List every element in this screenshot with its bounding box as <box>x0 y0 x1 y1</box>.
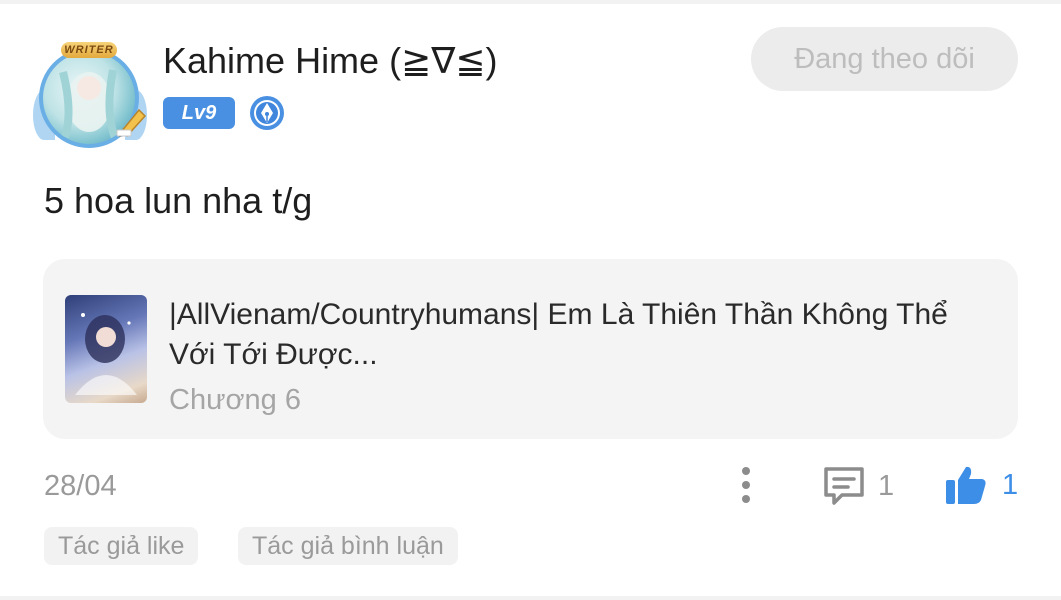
vertical-ellipsis-icon[interactable] <box>734 465 758 505</box>
comment-date: 28/04 <box>44 470 117 502</box>
avatar[interactable]: WRITER <box>33 40 151 152</box>
pen-nib-badge-icon <box>250 96 284 130</box>
story-cover-image <box>65 295 147 403</box>
top-divider <box>0 0 1061 4</box>
author-liked-tag: Tác giả like <box>44 527 199 565</box>
comment-bubble-icon <box>824 467 864 505</box>
bottom-divider <box>0 596 1061 600</box>
pen-icon <box>116 108 147 137</box>
like-count: 1 <box>1002 468 1019 501</box>
story-title: |AllVienam/Countryhumans| Em Là Thiên Th… <box>169 298 948 371</box>
writer-frame-label: WRITER <box>61 42 117 58</box>
following-button[interactable]: Đang theo dõi <box>751 27 1018 91</box>
story-card[interactable]: |AllVienam/Countryhumans| Em Là Thiên Th… <box>43 259 1018 439</box>
like-button[interactable]: 1 <box>944 463 1018 507</box>
comment-button[interactable]: 1 <box>822 465 894 507</box>
thumbs-up-icon <box>946 466 986 504</box>
author-commented-tag: Tác giả bình luận <box>238 527 458 565</box>
comment-text: 5 hoa lun nha t/g <box>44 180 313 221</box>
level-badge: Lv9 <box>163 97 235 129</box>
comment-count: 1 <box>878 469 895 502</box>
story-chapter: Chương 6 <box>169 384 301 416</box>
username[interactable]: Kahime Hime (≧∇≦) <box>163 40 497 82</box>
